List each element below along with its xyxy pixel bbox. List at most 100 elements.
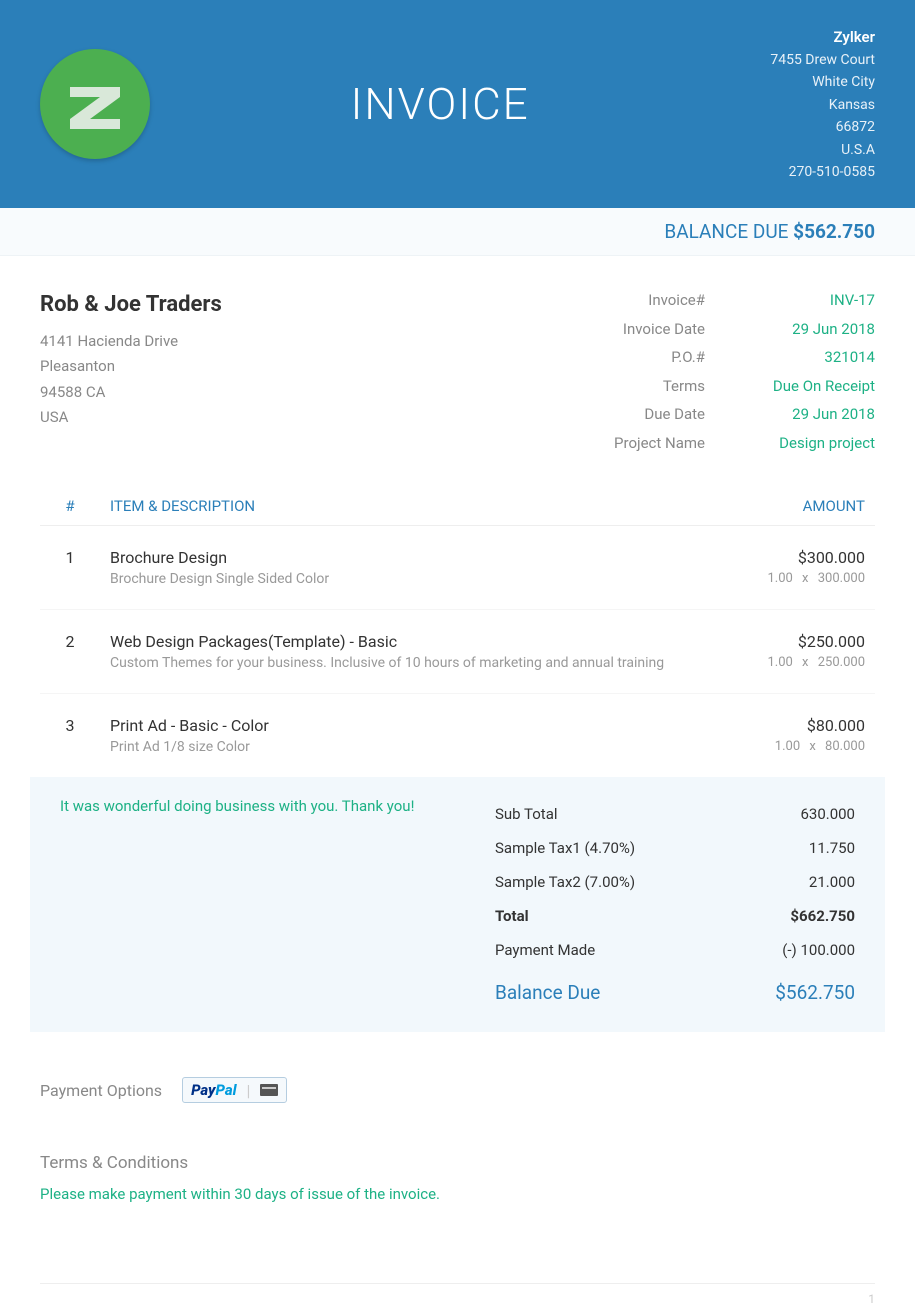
client-name: Rob & Joe Traders xyxy=(40,286,222,323)
balance-amount: $562.750 xyxy=(793,220,875,243)
summary-row: Balance Due $562.750 xyxy=(495,967,855,1012)
summary-table: Sub Total 630.000 Sample Tax1 (4.70%) 11.75… xyxy=(495,797,855,1012)
item-num: 3 xyxy=(40,716,100,735)
item-amount: $300.000 xyxy=(715,548,865,567)
meta-row: Terms Due On Receipt xyxy=(585,372,875,401)
meta-row: Invoice# INV-17 xyxy=(585,286,875,315)
thank-you-note: It was wonderful doing business with you… xyxy=(60,797,495,1012)
company-phone: 270-510-0585 xyxy=(770,161,875,183)
logo-z-icon xyxy=(65,79,125,129)
item-name: Web Design Packages(Template) - Basic xyxy=(110,632,715,651)
company-state: Kansas xyxy=(770,94,875,116)
summary-value: 630.000 xyxy=(800,805,855,823)
summary-row: Total $662.750 xyxy=(495,899,855,933)
item-calc: 1.00 x 80.000 xyxy=(715,739,865,754)
company-name: Zylker xyxy=(770,25,875,49)
client-city: Pleasanton xyxy=(40,354,222,380)
invoice-body: Rob & Joe Traders 4141 Hacienda Drive Pl… xyxy=(0,256,915,1042)
summary-row: Payment Made (-) 100.000 xyxy=(495,933,855,967)
summary-section: It was wonderful doing business with you… xyxy=(30,777,885,1032)
balance-due-bar: BALANCE DUE $562.750 xyxy=(0,208,915,256)
meta-value: 321014 xyxy=(745,343,875,372)
meta-label: Invoice# xyxy=(585,286,705,315)
item-description: Print Ad 1/8 size Color xyxy=(110,739,715,755)
meta-value: INV-17 xyxy=(745,286,875,315)
item-desc-cell: Brochure Design Brochure Design Single Si… xyxy=(100,548,715,587)
summary-label: Sub Total xyxy=(495,805,558,823)
summary-value: (-) 100.000 xyxy=(782,941,855,959)
item-name: Print Ad - Basic - Color xyxy=(110,716,715,735)
terms-section: Terms & Conditions Please make payment w… xyxy=(0,1113,915,1213)
meta-row: P.O.# 321014 xyxy=(585,343,875,372)
company-city: White City xyxy=(770,71,875,93)
summary-value: 11.750 xyxy=(809,839,855,857)
paypal-logo-icon: PayPal xyxy=(191,1081,236,1099)
meta-value: Due On Receipt xyxy=(745,372,875,401)
item-row: 1 Brochure Design Brochure Design Single S… xyxy=(40,526,875,610)
meta-label: P.O.# xyxy=(585,343,705,372)
payment-options: Payment Options PayPal | xyxy=(0,1042,915,1113)
item-description: Brochure Design Single Sided Color xyxy=(110,571,715,587)
invoice-meta: Invoice#INV-17Invoice Date29 Jun 2018P.O… xyxy=(585,286,875,457)
company-addr1: 7455 Drew Court xyxy=(770,49,875,71)
invoice-header: INVOICE Zylker 7455 Drew Court White Cit… xyxy=(0,0,915,208)
item-row: 3 Print Ad - Basic - Color Print Ad 1/8 si… xyxy=(40,694,875,777)
item-amount-cell: $300.000 1.00 x 300.000 xyxy=(715,548,875,586)
item-amount-cell: $250.000 1.00 x 250.000 xyxy=(715,632,875,670)
item-description: Custom Themes for your business. Inclusi… xyxy=(110,655,715,671)
col-header-desc: ITEM & DESCRIPTION xyxy=(100,497,715,515)
item-calc: 1.00 x 250.000 xyxy=(715,655,865,670)
summary-label: Balance Due xyxy=(495,981,600,1004)
meta-value: 29 Jun 2018 xyxy=(745,400,875,429)
client-country: USA xyxy=(40,405,222,431)
item-calc: 1.00 x 300.000 xyxy=(715,571,865,586)
item-amount: $80.000 xyxy=(715,716,865,735)
summary-row: Sub Total 630.000 xyxy=(495,797,855,831)
client-state-zip: 94588 CA xyxy=(40,380,222,406)
terms-text: Please make payment within 30 days of is… xyxy=(40,1185,875,1203)
summary-label: Sample Tax1 (4.70%) xyxy=(495,839,635,857)
meta-value: Design project xyxy=(745,429,875,458)
company-logo xyxy=(40,49,150,159)
item-desc-cell: Print Ad - Basic - Color Print Ad 1/8 siz… xyxy=(100,716,715,755)
summary-value: $662.750 xyxy=(790,907,855,925)
item-row: 2 Web Design Packages(Template) - Basic Cu… xyxy=(40,610,875,694)
summary-row: Sample Tax1 (4.70%) 11.750 xyxy=(495,831,855,865)
item-amount: $250.000 xyxy=(715,632,865,651)
meta-label: Invoice Date xyxy=(585,315,705,344)
company-address: Zylker 7455 Drew Court White City Kansas… xyxy=(770,25,875,183)
summary-row: Sample Tax2 (7.00%) 21.000 xyxy=(495,865,855,899)
payment-label: Payment Options xyxy=(40,1081,162,1100)
meta-label: Due Date xyxy=(585,400,705,429)
summary-value: $562.750 xyxy=(775,981,855,1004)
company-country: U.S.A xyxy=(770,139,875,161)
paypal-button[interactable]: PayPal | xyxy=(182,1077,287,1103)
item-num: 1 xyxy=(40,548,100,567)
items-list: 1 Brochure Design Brochure Design Single S… xyxy=(40,526,875,777)
bill-to-block: Rob & Joe Traders 4141 Hacienda Drive Pl… xyxy=(40,286,222,457)
meta-row: Project Name Design project xyxy=(585,429,875,458)
client-addr1: 4141 Hacienda Drive xyxy=(40,329,222,355)
document-title: INVOICE xyxy=(110,78,770,130)
item-num: 2 xyxy=(40,632,100,651)
meta-label: Terms xyxy=(585,372,705,401)
company-zip: 66872 xyxy=(770,116,875,138)
credit-card-icon xyxy=(260,1084,278,1096)
item-amount-cell: $80.000 1.00 x 80.000 xyxy=(715,716,875,754)
col-header-num: # xyxy=(40,497,100,515)
summary-label: Total xyxy=(495,907,529,925)
meta-label: Project Name xyxy=(585,429,705,458)
summary-label: Payment Made xyxy=(495,941,595,959)
col-header-amount: AMOUNT xyxy=(715,497,875,515)
summary-value: 21.000 xyxy=(809,873,855,891)
items-table-header: # ITEM & DESCRIPTION AMOUNT xyxy=(40,487,875,526)
item-name: Brochure Design xyxy=(110,548,715,567)
terms-title: Terms & Conditions xyxy=(40,1153,875,1173)
item-desc-cell: Web Design Packages(Template) - Basic Cus… xyxy=(100,632,715,671)
page-footer: 1 xyxy=(40,1283,875,1306)
meta-value: 29 Jun 2018 xyxy=(745,315,875,344)
meta-row: Invoice Date 29 Jun 2018 xyxy=(585,315,875,344)
page-number: 1 xyxy=(868,1292,875,1306)
balance-label: BALANCE DUE xyxy=(664,220,793,243)
summary-label: Sample Tax2 (7.00%) xyxy=(495,873,635,891)
